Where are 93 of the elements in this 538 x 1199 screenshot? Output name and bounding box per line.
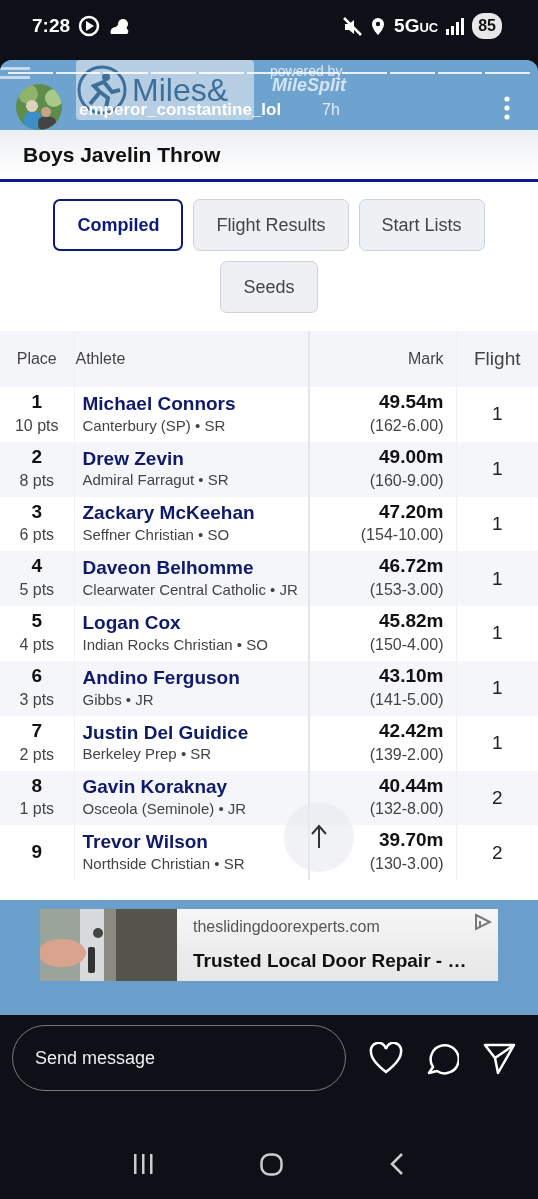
mark-imperial: (132-8.00) — [368, 799, 444, 820]
flight-number: 1 — [491, 677, 503, 699]
mark-imperial: (150-4.00) — [368, 635, 444, 655]
place-number: 4 — [30, 555, 44, 579]
school-text: Canterbury (SP) • SR — [82, 415, 227, 436]
athlete-link[interactable]: Drew Zevin — [82, 447, 300, 471]
flight-number: 1 — [491, 731, 503, 753]
more-icon[interactable] — [504, 96, 510, 120]
column-header[interactable]: Athlete — [75, 350, 126, 367]
mark-imperial: (153-3.00) — [368, 580, 444, 601]
recents-icon[interactable] — [133, 1154, 153, 1174]
school-text: Northside Christian • SR — [82, 854, 246, 875]
flight-number: 1 — [491, 512, 503, 534]
mark-imperial: (160-9.00) — [368, 470, 444, 491]
mark-metric: 43.10m — [378, 665, 444, 688]
points-text: 1 pts — [18, 799, 56, 820]
tab[interactable]: Flight Results — [193, 199, 349, 251]
tab[interactable]: Start Lists — [358, 199, 485, 251]
page-title: Boys Javelin Throw — [23, 141, 221, 168]
place-number: 2 — [30, 445, 44, 469]
send-icon[interactable] — [483, 1041, 516, 1075]
athlete-link[interactable]: Andino Ferguson — [82, 666, 300, 690]
flight-number: 1 — [491, 403, 503, 425]
place-number: 9 — [30, 841, 44, 865]
school-text: Gibbs • JR — [82, 689, 155, 710]
points-text: 6 pts — [18, 525, 56, 546]
athlete-link[interactable]: Michael Connors — [82, 392, 300, 416]
home-icon[interactable] — [260, 1152, 283, 1176]
mark-imperial: (154-10.00) — [359, 525, 444, 546]
points-text: 8 pts — [18, 470, 56, 491]
flight-number: 2 — [491, 786, 503, 808]
mark-metric: 42.42m — [378, 719, 444, 743]
flight-number: 1 — [491, 567, 503, 589]
battery-level: 85 — [472, 13, 502, 39]
place-number: 6 — [30, 665, 44, 688]
network-label: 5G — [394, 13, 420, 38]
message-field[interactable]: Send message — [12, 1025, 346, 1091]
school-text: Admiral Farragut • SR — [82, 470, 230, 491]
athlete-link[interactable]: Gavin Koraknay — [82, 776, 300, 800]
athlete-link[interactable]: Trevor Wilson — [82, 831, 300, 855]
mute-icon — [343, 16, 363, 36]
place-number: 3 — [30, 500, 44, 524]
mark-imperial: (141-5.00) — [368, 689, 444, 710]
back-icon[interactable] — [390, 1153, 405, 1175]
ad-banner[interactable]: theslidingdoorexperts.com Trusted Local Door Repair - … — [40, 909, 498, 981]
mark-metric: 40.44m — [378, 774, 444, 798]
tab[interactable]: Compiled — [53, 199, 184, 251]
network-sub-label: UC — [419, 18, 439, 37]
mark-imperial: (162-6.00) — [368, 415, 444, 436]
athlete-link[interactable]: Daveon Belhomme — [82, 557, 300, 581]
athlete-link[interactable]: Logan Cox — [82, 612, 300, 635]
points-text: 5 pts — [18, 580, 56, 601]
media-play-icon — [78, 15, 101, 37]
location-icon — [370, 16, 387, 36]
mark-imperial: (130-3.00) — [368, 854, 444, 875]
flight-number: 1 — [491, 457, 503, 479]
points-text: 3 pts — [18, 689, 56, 710]
mark-metric: 39.70m — [378, 829, 444, 853]
avatar — [16, 84, 62, 130]
school-text: Clearwater Central Catholic • JR — [82, 580, 299, 601]
mark-metric: 45.82m — [378, 610, 444, 633]
mark-imperial: (139-2.00) — [368, 744, 444, 765]
place-number: 5 — [30, 610, 44, 633]
heart-icon[interactable] — [369, 1042, 403, 1074]
points-text: 10 pts — [13, 415, 60, 436]
school-text: Osceola (Seminole) • JR — [82, 799, 248, 820]
place-number: 8 — [30, 774, 44, 798]
mark-metric: 46.72m — [378, 555, 444, 579]
athlete-link[interactable]: Justin Del Guidice — [82, 721, 300, 745]
school-text: Seffner Christian • SO — [82, 525, 231, 546]
post-age: 7h — [322, 100, 340, 120]
points-text: 2 pts — [18, 744, 56, 765]
place-number: 7 — [30, 719, 44, 743]
arrow-up-icon — [310, 824, 328, 850]
comment-icon[interactable] — [427, 1041, 459, 1075]
flight-number: 2 — [491, 841, 503, 863]
flight-number: 1 — [491, 622, 503, 644]
mark-metric: 49.00m — [378, 445, 444, 469]
athlete-link[interactable]: Zackary McKeehan — [82, 502, 300, 526]
ad-headline: Trusted Local Door Repair - … — [193, 948, 467, 973]
signal-icon — [446, 17, 465, 35]
points-text: 4 pts — [18, 635, 56, 655]
column-header[interactable]: Place — [16, 350, 57, 367]
school-text: Indian Rocks Christian • SO — [82, 634, 269, 655]
clock: 7:28 — [32, 13, 71, 38]
place-number: 1 — [30, 391, 44, 414]
ad-info-icon[interactable] — [474, 913, 492, 931]
mark-metric: 49.54m — [378, 391, 444, 414]
tab[interactable]: Seeds — [220, 261, 318, 313]
school-text: Berkeley Prep • SR — [82, 744, 213, 765]
ad-domain: theslidingdoorexperts.com — [193, 916, 381, 937]
column-header[interactable]: Mark — [407, 350, 444, 367]
mark-metric: 47.20m — [378, 500, 444, 524]
